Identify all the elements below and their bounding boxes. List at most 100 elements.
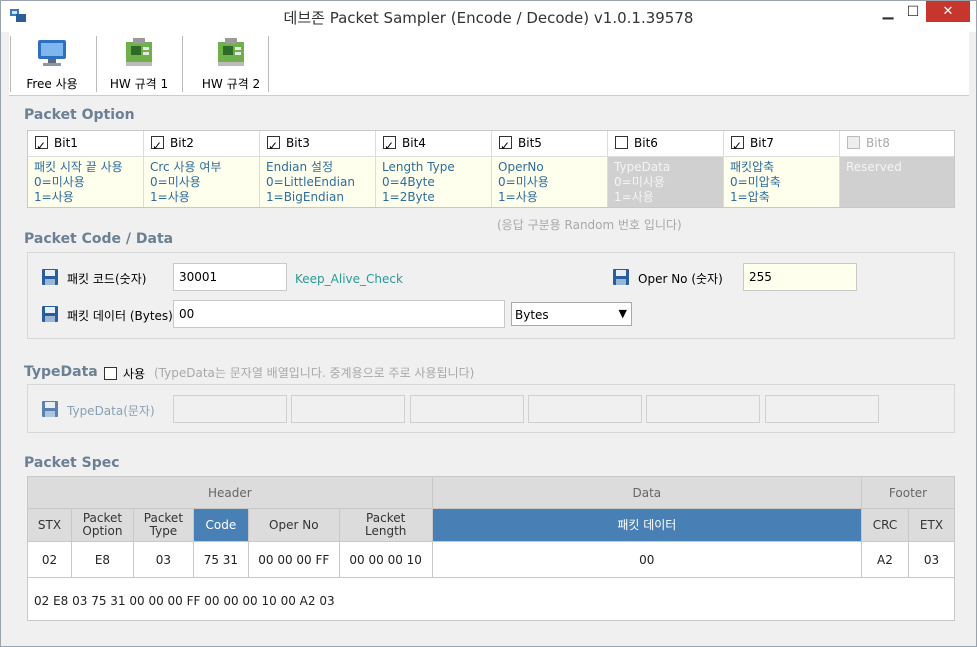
typedata-use-checkbox[interactable]: 사용 [104, 365, 145, 382]
bit-desc-line: 0=LittleEndian [266, 175, 355, 189]
bit-option-1: Bit1 패킷 시작 끝 사용0=미사용1=사용 [28, 131, 144, 207]
oper-no-input[interactable]: 255 [743, 263, 857, 291]
bit-desc-line: 0=미사용 [614, 175, 665, 189]
typedata-use-label: 사용 [123, 367, 146, 381]
hw-spec-1-button[interactable]: HW 규격 1 [105, 34, 173, 94]
data-format-select[interactable]: Bytes ▼ [511, 302, 632, 326]
checkbox [847, 136, 860, 149]
close-button[interactable]: ✕ [926, 1, 970, 22]
save-disk-icon[interactable] [41, 305, 59, 323]
bit-description: Endian 설정 0=LittleEndian 1=BigEndian [260, 157, 375, 207]
packet-code-group: 패킷 코드(숫자) 30001 Keep_Alive_Check Oper No… [27, 252, 955, 339]
spec-column-row: STX Packet Option Packet Type Code Oper … [27, 508, 956, 542]
bit-desc-line: 1=BigEndian [266, 190, 344, 204]
bit-option-3: Bit3 Endian 설정0=LittleEndian1=BigEndian [260, 131, 376, 207]
chevron-down-icon: ▼ [618, 307, 627, 320]
toolbar-label: HW 규격 1 [109, 77, 169, 91]
spec-group-data: Data [431, 476, 863, 509]
bit-label: Bit6 [634, 136, 658, 150]
spec-value: E8 [70, 541, 134, 578]
typedata-field [765, 395, 879, 423]
checkbox[interactable] [35, 134, 48, 159]
bit-desc-line: 0=미사용 [150, 175, 201, 189]
spec-value-row: 02 E8 03 75 31 00 00 00 FF 00 00 00 10 0… [27, 541, 956, 578]
bit-checkbox-6[interactable]: Bit6 [608, 131, 723, 157]
bit-checkbox-7[interactable]: Bit7 [724, 131, 839, 159]
bit-desc-line: 1=사용 [498, 190, 538, 204]
bit-checkbox-1[interactable]: Bit1 [28, 131, 143, 159]
hardware-board-icon [218, 38, 244, 66]
maximize-button[interactable]: ☐ [904, 1, 922, 23]
typedata-hint: (TypeData는 문자열 배열입니다. 중계용으로 주로 사용됩니다) [154, 366, 475, 380]
spec-col: Oper No [247, 508, 340, 542]
checkbox[interactable] [151, 134, 164, 159]
bit-option-6: Bit6 TypeData 0=미사용 1=사용 [608, 131, 724, 207]
raw-bytes-output[interactable]: 02 E8 03 75 31 00 00 00 FF 00 00 00 10 0… [27, 577, 955, 621]
bit-label: Bit7 [750, 136, 774, 150]
main-window: 데브존 Packet Sampler (Encode / Decode) v1.… [0, 0, 977, 647]
bit-desc-line: 1=사용 [614, 190, 654, 204]
bit-desc-line: 1=압축 [730, 190, 770, 204]
typedata-field [528, 395, 642, 423]
bit-option-2: Bit2 Crc 사용 여부0=미사용1=사용 [144, 131, 260, 207]
packet-code-input[interactable]: 30001 [173, 263, 287, 291]
spec-value: A2 [861, 541, 909, 578]
bit-option-5: Bit5 OperNo0=미사용1=사용 [492, 131, 608, 207]
typedata-title: TypeData [24, 364, 98, 380]
save-disk-icon[interactable] [612, 268, 630, 286]
checkbox[interactable] [731, 134, 744, 159]
bit-desc-line: Crc 사용 여부 [150, 160, 222, 174]
typedata-field [410, 395, 524, 423]
toolbar-separator [182, 36, 183, 92]
spec-col: Packet Length [338, 508, 433, 542]
save-disk-icon[interactable] [41, 268, 59, 286]
typedata-field [646, 395, 760, 423]
bit-description: Crc 사용 여부 0=미사용 1=사용 [144, 157, 259, 207]
typedata-group: TypeData(문자) [27, 384, 955, 433]
bit-desc-line: 패킷압축 [730, 160, 775, 174]
bit-desc-line: 1=사용 [34, 190, 74, 204]
toolbar-separator [268, 36, 269, 92]
bit-checkbox-4[interactable]: Bit4 [376, 131, 491, 159]
bit-description: 패킷압축 0=미압축 1=압축 [724, 157, 839, 207]
title-bar: 데브존 Packet Sampler (Encode / Decode) v1.… [1, 1, 976, 32]
spec-group-row: Header Data Footer [27, 476, 955, 509]
bit-description: Reserved [840, 157, 954, 207]
free-use-button[interactable]: Free 사용 [19, 34, 85, 94]
checkbox[interactable] [383, 134, 396, 159]
bit-label: Bit4 [402, 136, 426, 150]
typedata-field-label: TypeData(문자) [67, 404, 155, 418]
bit-option-grid: Bit1 패킷 시작 끝 사용0=미사용1=사용 Bit2 Crc 사용 여부0… [27, 130, 955, 208]
checkbox[interactable] [267, 134, 280, 159]
bit-desc-line: 0=미사용 [498, 175, 549, 189]
save-disk-icon [42, 401, 58, 417]
oper-no-label: Oper No (숫자) [638, 272, 723, 286]
bit-checkbox-5[interactable]: Bit5 [492, 131, 607, 159]
checkbox[interactable] [615, 136, 628, 149]
opernumber-hint: (응답 구분용 Random 번호 입니다) [497, 218, 682, 232]
bit-desc-line: TypeData [614, 160, 671, 174]
spec-col: CRC [861, 508, 909, 542]
bit-desc-line: 0=미사용 [34, 175, 85, 189]
spec-col: Code [192, 508, 249, 542]
spec-value: 03 [907, 541, 956, 578]
bit-desc-line: 1=2Byte [382, 190, 435, 204]
packet-data-input[interactable]: 00 [173, 300, 505, 328]
select-value: Bytes [515, 308, 549, 322]
packet-spec-table: Header Data Footer STX Packet Option Pac… [27, 476, 956, 578]
toolbar-label: HW 규격 2 [201, 77, 261, 91]
checkbox[interactable] [104, 367, 117, 380]
bit-option-4: Bit4 Length Type0=4Byte1=2Byte [376, 131, 492, 207]
hw-spec-2-button[interactable]: HW 규격 2 [191, 34, 271, 94]
bit-description: TypeData 0=미사용 1=사용 [608, 157, 723, 207]
checkbox[interactable] [499, 134, 512, 159]
spec-col: Packet Option [70, 508, 134, 542]
packet-code-title: Packet Code / Data [24, 231, 174, 247]
minimize-button[interactable]: ▁ [879, 1, 897, 23]
bit-desc-line: OperNo [498, 160, 544, 174]
bit-desc-line: Endian 설정 [266, 160, 333, 174]
bit-checkbox-2[interactable]: Bit2 [144, 131, 259, 159]
computer-icon [38, 40, 66, 66]
bit-checkbox-3[interactable]: Bit3 [260, 131, 375, 159]
bit-label: Bit8 [866, 136, 890, 150]
